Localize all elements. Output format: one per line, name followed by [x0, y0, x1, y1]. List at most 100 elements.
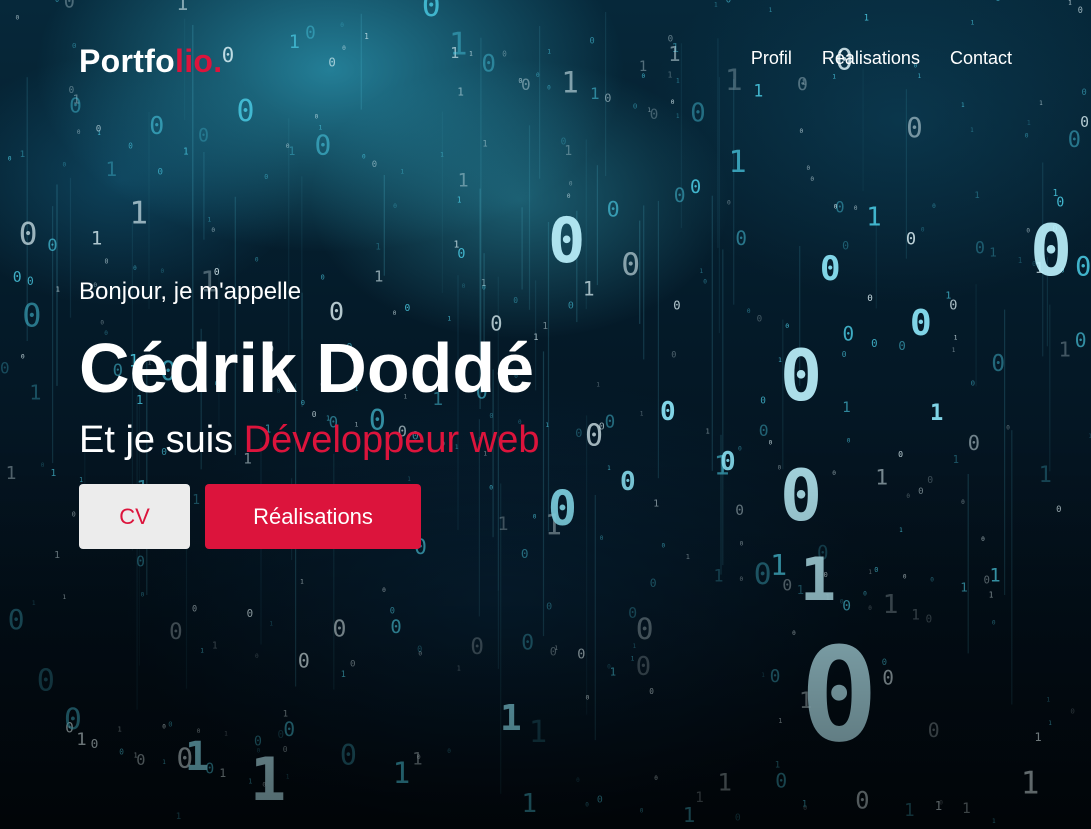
- nav-link-profil[interactable]: Profil: [751, 48, 792, 69]
- binary-digit: 0: [161, 268, 165, 275]
- binary-digit: 1: [56, 285, 60, 294]
- binary-digit: 1: [183, 146, 189, 157]
- binary-digit: 0: [128, 142, 133, 151]
- binary-digit: 0: [971, 379, 975, 388]
- binary-digit: 1: [1018, 256, 1023, 265]
- binary-digit: 0: [703, 279, 707, 286]
- binary-digit-large: 0: [820, 249, 840, 289]
- binary-digit: 0: [22, 297, 41, 335]
- binary-digit: 1: [29, 381, 41, 405]
- binary-digit: 1: [1027, 119, 1031, 127]
- binary-digit: 1: [640, 411, 644, 418]
- binary-digit: 0: [315, 128, 332, 161]
- binary-digit: 1: [458, 170, 469, 191]
- binary-digit: 1: [866, 202, 881, 232]
- binary-digit: 0: [671, 351, 676, 361]
- binary-digit: 1: [91, 227, 102, 249]
- binary-digit: 0: [727, 199, 731, 206]
- binary-digit: 1: [106, 158, 118, 181]
- binary-digit: 1: [596, 382, 600, 389]
- binary-digit: 1: [1053, 188, 1059, 199]
- logo[interactable]: Portfolio.: [79, 43, 222, 80]
- binary-digit: 0: [921, 227, 925, 234]
- role-prefix: Et je suis: [79, 419, 234, 461]
- binary-digit: 0: [898, 339, 905, 353]
- logo-accent: lio.: [175, 43, 223, 79]
- binary-digit: 0: [785, 322, 789, 330]
- light-streak: [203, 152, 205, 240]
- binary-digit: 0: [834, 204, 838, 211]
- binary-digit: 0: [747, 308, 751, 315]
- binary-digit: 0: [47, 236, 57, 256]
- binary-digit: 0: [19, 216, 38, 252]
- binary-digit: 0: [932, 203, 936, 210]
- binary-digit: 0: [211, 227, 215, 234]
- binary-digit: 0: [690, 177, 701, 198]
- binary-digit: 0: [674, 184, 686, 207]
- binary-digit: 0: [810, 176, 814, 183]
- binary-digit-large: 0: [910, 303, 932, 344]
- binary-digit: 0: [8, 156, 12, 163]
- binary-digit: 1: [542, 321, 548, 332]
- binary-digit: 0: [621, 247, 640, 283]
- binary-digit: 1: [970, 127, 974, 134]
- binary-digit: 0: [372, 160, 377, 170]
- binary-digit: 0: [735, 227, 747, 250]
- binary-digit: 0: [607, 198, 620, 223]
- binary-digit: 0: [807, 165, 811, 172]
- binary-digit: 0: [842, 350, 847, 359]
- binary-digit-large: 0: [1030, 210, 1072, 292]
- binary-digit: 1: [583, 278, 595, 301]
- nav-link-contact[interactable]: Contact: [950, 48, 1012, 69]
- binary-digit: 0: [264, 173, 268, 181]
- binary-digit: 1: [454, 239, 460, 250]
- binary-digit: 0: [561, 136, 567, 147]
- binary-digit: 0: [568, 301, 574, 312]
- nav-links: Profil Réalisations Contact: [751, 48, 1012, 69]
- binary-digit: 1: [989, 245, 997, 260]
- binary-digit: 0: [760, 396, 766, 407]
- binary-digit: 0: [13, 269, 22, 286]
- binary-digit: 0: [871, 337, 877, 350]
- logo-main: Portfo: [79, 43, 176, 79]
- binary-digit: 0: [757, 314, 763, 325]
- binary-digit: 0: [843, 323, 855, 346]
- binary-digit: 1: [700, 268, 704, 275]
- binary-digit: 1: [974, 191, 979, 201]
- binary-digit: 0: [63, 161, 67, 168]
- light-streak: [441, 111, 443, 293]
- binary-digit: 1: [954, 335, 958, 342]
- greeting-text: Bonjour, je m'appelle: [79, 278, 302, 305]
- binary-digit: 0: [105, 258, 109, 266]
- role-line: Et je suis Développeur web: [79, 418, 539, 462]
- binary-digit: 1: [457, 196, 462, 205]
- binary-digit: 0: [286, 143, 290, 150]
- binary-digit: 1: [842, 400, 850, 416]
- binary-digit: 0: [1068, 128, 1081, 153]
- binary-digit: 0: [1075, 252, 1091, 283]
- hero-buttons: CV Réalisations: [79, 484, 539, 549]
- realisations-button[interactable]: Réalisations: [205, 484, 421, 549]
- binary-digit: 0: [673, 298, 680, 312]
- cv-button[interactable]: CV: [79, 484, 190, 549]
- binary-digit: 1: [400, 168, 404, 176]
- binary-digit: 1: [375, 242, 380, 252]
- binary-digit-large: 0: [548, 204, 585, 277]
- binary-digit: 0: [158, 168, 163, 178]
- binary-digit: 0: [198, 125, 209, 146]
- nav-link-realisations[interactable]: Réalisations: [822, 48, 920, 69]
- light-streak: [69, 177, 72, 318]
- binary-digit: 1: [1059, 338, 1071, 362]
- binary-digit: 0: [906, 229, 916, 249]
- binary-digit: 0: [569, 180, 573, 187]
- hero-section: 1010101011010000100100100000011001100011…: [0, 0, 1091, 829]
- binary-digit: 0: [21, 354, 25, 361]
- binary-digit: 0: [27, 275, 34, 288]
- binary-digit: 1: [728, 145, 746, 180]
- binary-digit: 1: [129, 196, 148, 232]
- binary-digit: 0: [96, 124, 102, 135]
- light-streak: [383, 175, 385, 276]
- binary-digit: 1: [208, 217, 212, 224]
- hero-name: Cédrik Doddé: [79, 329, 535, 407]
- binary-digit: 0: [77, 129, 81, 136]
